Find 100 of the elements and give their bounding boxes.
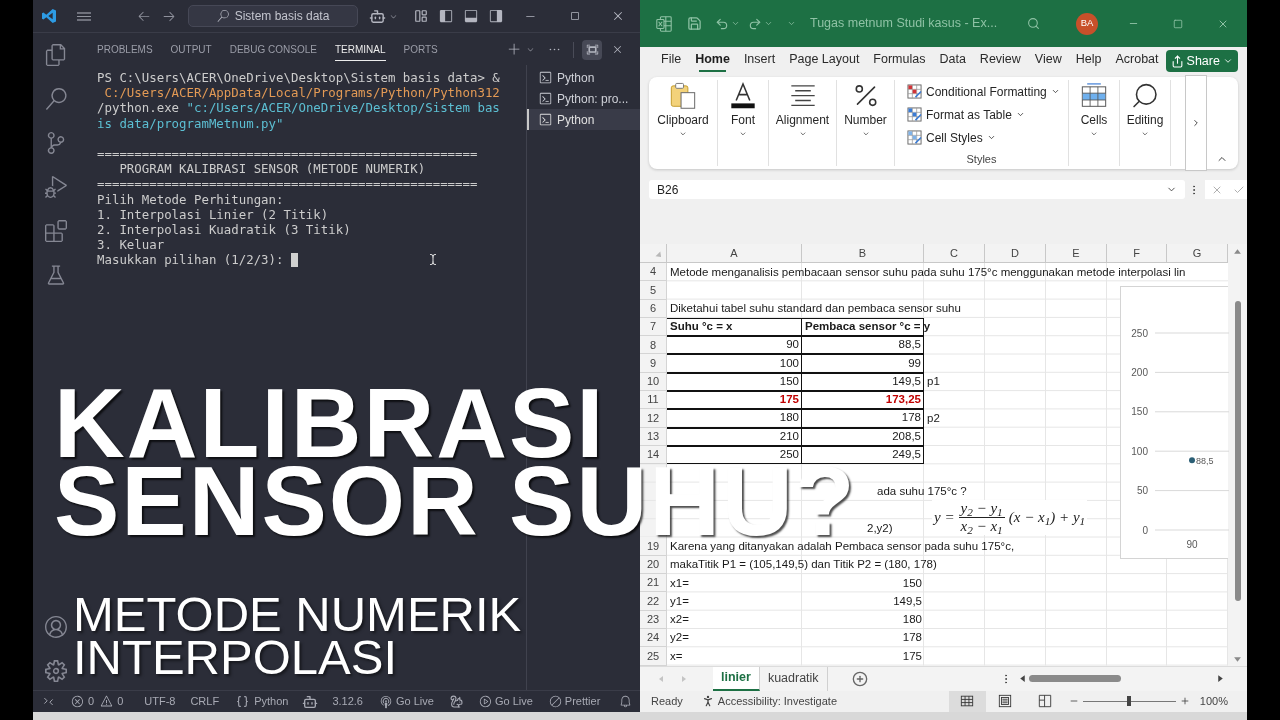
settings-icon[interactable]	[44, 660, 67, 682]
accessibility-button[interactable]: Accessibility: Investigate	[700, 692, 837, 710]
go-live-button[interactable]: Go Live	[478, 693, 533, 710]
squirrel-icon[interactable]	[449, 695, 463, 708]
shell-session-item[interactable]: Python	[527, 67, 640, 88]
ribbon-tab[interactable]: Review	[972, 49, 1028, 73]
ribbon-tab[interactable]: Data	[932, 49, 973, 73]
line-ending-button[interactable]: CRLF	[190, 693, 220, 710]
interpreter-button[interactable]: 3.12.6	[332, 693, 363, 710]
column-header[interactable]: E	[1046, 244, 1107, 262]
sheet-text: ada suhu 175°c ?	[877, 484, 967, 500]
maximize-panel-button[interactable]	[582, 39, 602, 60]
zoom-in-icon[interactable]	[1179, 696, 1190, 707]
run-debug-icon[interactable]	[44, 176, 67, 198]
column-header[interactable]: F	[1107, 244, 1167, 262]
zoom-slider-track[interactable]	[1082, 696, 1176, 707]
ribbon-tab[interactable]: View	[1027, 49, 1069, 73]
panel-bottom-icon[interactable]	[464, 9, 478, 23]
scroll-left-icon[interactable]	[1018, 674, 1027, 684]
alignment-button[interactable]: Alignment	[775, 80, 830, 138]
clipboard-icon	[668, 81, 698, 111]
number-value: 149,5	[892, 373, 921, 389]
assistant-icon[interactable]	[302, 693, 319, 710]
search-icon[interactable]	[1027, 17, 1040, 30]
zoom-slider-thumb[interactable]	[1127, 696, 1132, 707]
assistant-icon[interactable]	[369, 7, 386, 25]
panel-tab[interactable]: OUTPUT	[170, 38, 212, 61]
zoom-level-button[interactable]: 100%	[1199, 692, 1228, 710]
go-live-button[interactable]: Go Live	[379, 693, 434, 710]
customize-toolbar-icon[interactable]	[787, 19, 796, 28]
layout-icon[interactable]	[414, 9, 428, 23]
panel-tab[interactable]: TERMINAL	[334, 38, 386, 61]
row-number[interactable]: 12	[640, 409, 667, 428]
row-number[interactable]: 22	[640, 592, 667, 611]
language-mode-button[interactable]: Python	[236, 693, 289, 710]
panel-tab[interactable]: PORTS	[403, 38, 438, 61]
format-as-table-button[interactable]: Format as Table	[907, 103, 1025, 126]
ribbon-tab[interactable]: Formulas	[866, 49, 933, 73]
panel-tab[interactable]: PROBLEMS	[97, 38, 153, 61]
remote-icon[interactable]	[43, 696, 54, 707]
problems-button[interactable]: 0 0	[71, 693, 124, 710]
prompt-icon	[539, 71, 552, 84]
ribbon-tab[interactable]: Home	[688, 49, 737, 73]
cells-button[interactable]: Cells	[1079, 80, 1109, 138]
name-box[interactable]: B26	[649, 180, 1185, 199]
ribbon-tab[interactable]: File	[654, 49, 689, 73]
close-icon[interactable]	[611, 43, 624, 56]
chevron-down-icon[interactable]	[764, 19, 773, 28]
maximize-icon[interactable]	[1173, 18, 1183, 29]
row-number[interactable]: 9	[640, 354, 667, 373]
column-header[interactable]: A	[667, 244, 802, 262]
ribbon-tab[interactable]: Insert	[736, 49, 783, 73]
shell-session-item[interactable]: Python: pro...	[527, 88, 640, 109]
normal-view-button[interactable]	[948, 690, 986, 712]
sidebar-left-icon[interactable]	[439, 9, 453, 23]
close-icon[interactable]	[612, 10, 624, 22]
user-avatar[interactable]: BA	[1076, 12, 1098, 35]
row-number[interactable]: 5	[640, 281, 667, 300]
sheet-tab[interactable]: linier	[713, 666, 760, 691]
plus-icon[interactable]	[508, 43, 521, 56]
prettier-button[interactable]: Prettier	[548, 693, 601, 710]
sheet-text: y2=	[670, 630, 689, 646]
font-button[interactable]: Font	[728, 80, 758, 138]
sidebar-right-icon[interactable]	[489, 9, 503, 23]
back-arrow-icon[interactable]	[137, 9, 151, 23]
column-header[interactable]: D	[985, 244, 1046, 262]
files-icon[interactable]	[44, 44, 67, 66]
undo-icon[interactable]	[715, 16, 729, 31]
save-icon[interactable]	[687, 16, 702, 31]
bell-icon[interactable]	[619, 695, 632, 708]
sheet-tab[interactable]: kuadratik	[759, 666, 828, 691]
number-button[interactable]: Number	[844, 80, 887, 138]
extensions-icon[interactable]	[44, 220, 67, 242]
scroll-right-icon[interactable]	[1216, 674, 1225, 684]
search-field[interactable]: Sistem basis data	[188, 5, 358, 27]
encoding-button[interactable]: UTF-8	[144, 693, 176, 710]
cell-styles-button[interactable]: Cell Styles	[907, 126, 996, 149]
account-icon[interactable]	[44, 616, 67, 638]
scroll-up-icon[interactable]	[1233, 247, 1242, 256]
add-sheet-icon[interactable]	[851, 670, 868, 687]
column-header[interactable]: C	[924, 244, 985, 262]
maximize-icon[interactable]	[569, 10, 581, 22]
chevron-down-icon[interactable]	[731, 19, 740, 28]
ribbon-tab[interactable]: Acrobat	[1108, 49, 1166, 73]
forward-arrow-icon[interactable]	[162, 9, 176, 23]
ribbon-tab[interactable]: Help	[1068, 49, 1109, 73]
editing-button[interactable]: Editing	[1126, 80, 1164, 138]
fullscreen-icon	[585, 43, 599, 56]
clipboard-button[interactable]: Clipboard	[657, 80, 709, 138]
share-button[interactable]: Share	[1165, 50, 1238, 72]
scroll-down-icon[interactable]	[1233, 654, 1242, 664]
terminal-text: Pilih Metode Perhitungan:	[97, 191, 284, 207]
ribbon-tab[interactable]: Page Layout	[782, 49, 867, 73]
redo-icon[interactable]	[748, 16, 762, 31]
row-number[interactable]: 25	[640, 647, 667, 666]
conditional-formatting-button[interactable]: Conditional Formatting	[907, 80, 1060, 103]
panel-tab[interactable]: DEBUG CONSOLE	[229, 38, 317, 61]
column-header[interactable]: B	[802, 244, 924, 262]
search-icon[interactable]	[44, 88, 67, 110]
shell-session-item[interactable]: Python	[527, 109, 640, 130]
